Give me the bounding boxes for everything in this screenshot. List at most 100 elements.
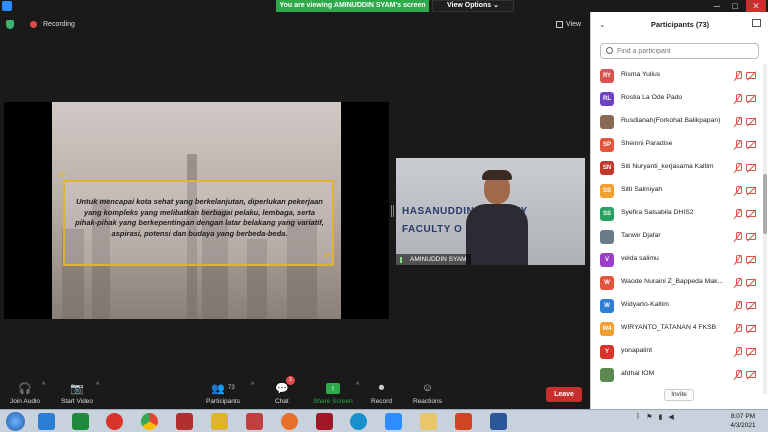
camera-off-icon (746, 95, 756, 102)
flag-icon[interactable]: ⚑ (646, 413, 652, 421)
participant-name: velda salimu (621, 255, 659, 262)
recording-icon (30, 20, 37, 28)
participants-options-chevron-icon[interactable]: ^ (251, 382, 254, 389)
participant-search[interactable] (600, 43, 759, 59)
app-icon[interactable] (106, 413, 123, 430)
word-icon[interactable] (490, 413, 507, 430)
invite-button[interactable]: Invite (664, 389, 694, 401)
volume-icon[interactable]: ◀ (668, 413, 673, 421)
bluetooth-icon[interactable]: ᛒ (636, 413, 640, 421)
participant-row[interactable]: SS Syefira Salsabila DHIS2 (591, 202, 763, 225)
scrollbar-thumb[interactable] (763, 174, 767, 234)
search-input[interactable] (617, 45, 757, 57)
zoom-taskbar-icon[interactable] (385, 413, 402, 430)
record-button[interactable]: ⏺ Record (371, 380, 392, 406)
start-video-label: Start Video (61, 398, 94, 405)
speaker-video-tile[interactable]: HASANUDDIN U ERSITY FACULTY O LTH (396, 158, 585, 265)
clock-date: 4/3/2021 (730, 422, 756, 429)
camera-off-icon (746, 72, 756, 79)
slide-quote-text: Untuk mencapai kota sehat yang berkelanj… (75, 197, 324, 238)
video-options-chevron-icon[interactable]: ^ (96, 382, 99, 389)
join-audio-button[interactable]: 🎧 Join Audio (10, 380, 40, 406)
participants-button[interactable]: 👥 73 Participants (206, 380, 240, 406)
participant-row[interactable]: RL Rostia La Ode Pado (591, 87, 763, 110)
avatar: W (600, 299, 614, 313)
folder-icon[interactable] (420, 413, 437, 430)
camera-off-icon: 📷 (70, 382, 84, 395)
avatar (600, 230, 614, 244)
leave-button[interactable]: Leave (546, 387, 582, 402)
participant-row[interactable]: Yyonapalint (591, 340, 763, 363)
participant-row[interactable]: afdhal IOM (591, 363, 763, 386)
chrome-icon[interactable] (141, 413, 158, 430)
popout-icon[interactable] (752, 19, 761, 27)
camera-off-icon (746, 233, 756, 240)
minimize-button[interactable]: ─ (710, 0, 724, 12)
start-video-button[interactable]: 📷 Start Video (61, 380, 94, 406)
camera-off-icon (746, 325, 756, 332)
firefox-icon[interactable] (281, 413, 298, 430)
network-icon[interactable]: ▮ (658, 413, 662, 421)
ie-icon[interactable] (38, 413, 55, 430)
share-screen-button[interactable]: ↑ Share Screen (313, 380, 353, 405)
participants-icon: 👥 73 (211, 382, 235, 395)
participant-name: Tanwir Djafar (621, 232, 661, 239)
audio-options-chevron-icon[interactable]: ^ (42, 382, 45, 389)
view-button[interactable]: View (556, 18, 581, 30)
participant-name: Risma Yulius (621, 71, 661, 78)
camera-off-icon (746, 256, 756, 263)
share-options-chevron-icon[interactable]: ^ (356, 382, 359, 389)
camera-off-icon (746, 141, 756, 148)
mic-muted-icon (734, 71, 742, 81)
recording-label: Recording (43, 20, 75, 28)
shield-icon[interactable] (6, 19, 14, 29)
app-icon[interactable] (246, 413, 263, 430)
panel-splitter-handle[interactable] (391, 205, 394, 217)
grid-view-icon (556, 20, 563, 28)
close-button[interactable]: ✕ (746, 0, 766, 12)
mic-muted-icon (734, 163, 742, 173)
avatar (600, 115, 614, 129)
avatar (600, 368, 614, 382)
mic-muted-icon (734, 370, 742, 380)
participant-name: Rostia La Ode Pado (621, 94, 683, 101)
powerpoint-icon[interactable] (455, 413, 472, 430)
app-icon[interactable] (211, 413, 228, 430)
camera-off-icon (746, 348, 756, 355)
reactions-button[interactable]: ☺ Reactions (413, 380, 442, 405)
mic-muted-icon (734, 117, 742, 127)
participant-row[interactable]: Vvelda salimu (591, 248, 763, 271)
view-options-button[interactable]: View Options ⌄ (432, 0, 514, 12)
participant-name: Rusdianah(Forkohat Balikpapan) (621, 117, 721, 124)
excel-icon[interactable] (72, 413, 89, 430)
participant-row[interactable]: W4 WIRYANTO_TATANAN 4 FKSB (591, 317, 763, 340)
start-button[interactable] (6, 412, 25, 431)
panel-title: Participants (73) (650, 20, 710, 29)
camera-off-icon (746, 187, 756, 194)
app-icon[interactable] (176, 413, 193, 430)
participant-row[interactable]: W Widyarto-Kaltim (591, 294, 763, 317)
participant-row[interactable]: SN Siti Nuryanti_kerjasama Kaltim (591, 156, 763, 179)
app-icon[interactable] (316, 413, 333, 430)
participant-row[interactable]: SS Sitti Salmiyah (591, 179, 763, 202)
edge-icon[interactable] (350, 413, 367, 430)
participant-row[interactable]: RY Risma Yulius (591, 64, 763, 87)
chat-button[interactable]: 💬 3 Chat (275, 376, 295, 405)
participant-row[interactable]: W Waode Nuraini Z_Bappeda Mak... (591, 271, 763, 294)
reactions-label: Reactions (413, 398, 442, 405)
camera-off-icon (746, 164, 756, 171)
participant-name: Syefira Salsabila DHIS2 (621, 209, 694, 216)
participant-row[interactable]: Tanwir Djafar (591, 225, 763, 248)
zoom-meeting-area: You are viewing AMINUDDIN SYAM's screen … (0, 0, 590, 409)
meeting-status: Recording (6, 18, 75, 30)
maximize-button[interactable]: □ (728, 0, 742, 12)
participant-list-scrollbar[interactable] (763, 64, 767, 394)
participant-row[interactable]: SP Sheinni Paradise (591, 133, 763, 156)
share-screen-icon-wrap: ↑ (325, 380, 340, 396)
avatar: W4 (600, 322, 614, 336)
participant-row[interactable]: Rusdianah(Forkohat Balikpapan) (591, 110, 763, 133)
participant-list: RY Risma Yulius RL Rostia La Ode Pado Rusdia… (591, 64, 763, 386)
taskbar-clock[interactable]: 8:07 PM 4/3/2021 (722, 412, 764, 430)
record-label: Record (371, 398, 392, 405)
meeting-toolbar: 🎧 Join Audio ^ 📷 Start Video ^ 👥 73 Parti… (0, 376, 590, 409)
